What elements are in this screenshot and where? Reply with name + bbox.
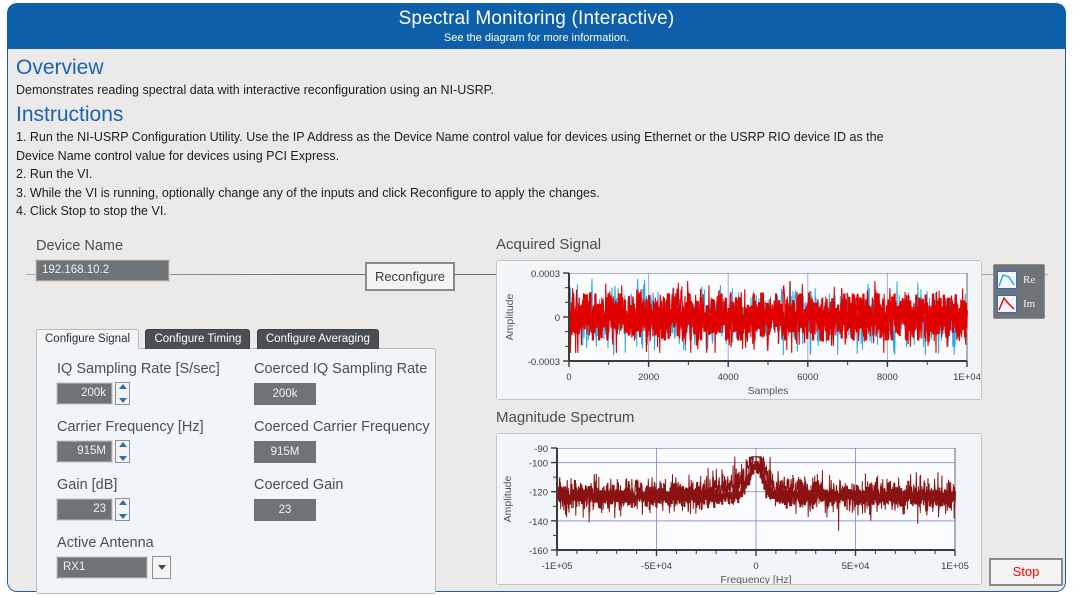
svg-text:-140: -140 [529,517,548,528]
acquired-signal-title: Acquired Signal [496,236,602,253]
svg-text:Frequency [Hz]: Frequency [Hz] [720,574,791,584]
decrement-arrow-icon[interactable] [118,514,127,519]
svg-text:Amplitude: Amplitude [502,476,514,523]
svg-text:-90: -90 [534,444,548,455]
svg-text:Samples: Samples [748,385,789,397]
magnitude-spectrum-title: Magnitude Spectrum [496,409,635,426]
svg-text:-5E+04: -5E+04 [641,561,672,572]
gain-stepper[interactable]: 23 [56,498,130,521]
stop-button[interactable]: Stop [989,558,1063,586]
instructions-list: 1. Run the NI-USRP Configuration Utility… [16,128,1046,221]
legend-row-im[interactable]: Im [997,292,1044,316]
svg-text:-1E+05: -1E+05 [542,561,573,572]
coerced-gain-label: Coerced Gain [254,477,344,493]
iq-sampling-rate-input[interactable]: 200k [56,382,113,405]
field-row-active-antenna: Active Antenna RX1 [56,533,435,591]
svg-text:0: 0 [753,561,758,572]
overview-text: Demonstrates reading spectral data with … [16,83,494,97]
instruction-step: 2. Run the VI. [16,167,93,181]
svg-text:1E+04: 1E+04 [953,372,981,383]
carrier-frequency-stepper[interactable]: 915M [56,440,130,463]
tab-configure-signal[interactable]: Configure Signal [36,329,140,349]
magnitude-spectrum-plot: -160 -140 -120 -100 -90 -1E+05 -5E+04 0 5E+04 1E+… [497,434,981,584]
gain-label: Gain [dB] [57,477,118,493]
svg-text:Amplitude: Amplitude [504,294,516,341]
chevron-down-icon[interactable] [157,565,166,570]
svg-text:5E+04: 5E+04 [842,561,870,572]
carrier-frequency-label: Carrier Frequency [Hz] [57,419,204,435]
coerced-iq-sampling-rate-value: 200k [254,383,316,405]
increment-arrow-icon[interactable] [118,384,127,389]
svg-text:8000: 8000 [877,372,898,383]
active-antenna-dropdown-button[interactable] [152,556,171,579]
coerced-carrier-frequency-value: 915M [254,441,316,463]
reconfigure-button[interactable]: Reconfigure [365,262,455,291]
tab-configure-averaging[interactable]: Configure Averaging [256,329,379,349]
gain-input[interactable]: 23 [56,498,113,521]
svg-text:-120: -120 [529,488,548,499]
legend-row-re[interactable]: Re [997,268,1044,292]
iq-sampling-rate-stepper[interactable]: 200k [56,382,130,405]
application-window: Spectral Monitoring (Interactive) See th… [0,0,1073,597]
acquired-signal-plot: -0.0003 0 0.0003 0 2000 4000 6000 8000 1E+04 Samp… [497,261,981,399]
iq-sampling-rate-spinner[interactable] [115,382,130,405]
svg-text:6000: 6000 [797,372,818,383]
svg-text:0: 0 [555,313,560,324]
field-row-carrier-frequency: Carrier Frequency [Hz] 915M Coerced Carr… [56,417,435,475]
carrier-frequency-input[interactable]: 915M [56,440,113,463]
active-antenna-label: Active Antenna [57,535,154,551]
legend-label-re: Re [1023,274,1036,286]
legend-label-im: Im [1023,298,1036,310]
svg-text:0.0003: 0.0003 [531,269,560,280]
coerced-iq-sampling-rate-label: Coerced IQ Sampling Rate [254,361,428,377]
device-name-label: Device Name [36,238,124,254]
increment-arrow-icon[interactable] [118,500,127,505]
tab-configure-timing[interactable]: Configure Timing [145,329,251,349]
instruction-step: 3. While the VI is running, optionally c… [16,185,600,200]
svg-text:-160: -160 [529,546,548,557]
device-name-input[interactable]: 192.168.10.2 [35,259,170,282]
svg-text:0: 0 [566,372,571,383]
svg-text:4000: 4000 [718,372,739,383]
page-title: Spectral Monitoring (Interactive) [398,8,675,29]
acquired-signal-graph[interactable]: -0.0003 0 0.0003 0 2000 4000 6000 8000 1E+04 Samp… [496,260,982,400]
instruction-step: 4. Click Stop to stop the VI. [16,204,167,218]
magnitude-spectrum-graph[interactable]: -160 -140 -120 -100 -90 -1E+05 -5E+04 0 5E+04 1E+… [496,433,982,585]
instruction-step: Device Name control value for devices us… [16,148,340,163]
instructions-heading: Instructions [16,103,124,126]
overview-heading: Overview [16,56,104,79]
gain-spinner[interactable] [115,498,130,521]
increment-arrow-icon[interactable] [118,442,127,447]
svg-text:-100: -100 [529,459,548,470]
instruction-step: 1. Run the NI-USRP Configuration Utility… [16,130,884,144]
plot-line-re-icon[interactable] [997,271,1017,289]
title-banner: Spectral Monitoring (Interactive) See th… [7,3,1066,51]
active-antenna-combo[interactable]: RX1 [56,556,171,579]
decrement-arrow-icon[interactable] [118,398,127,403]
active-antenna-value[interactable]: RX1 [56,556,148,579]
field-row-iq-sampling-rate: IQ Sampling Rate [S/sec] 200k Coerced IQ… [56,359,435,417]
svg-text:-0.0003: -0.0003 [528,357,560,368]
plot-line-im-icon[interactable] [997,295,1017,313]
svg-text:1E+05: 1E+05 [941,561,969,572]
iq-sampling-rate-label: IQ Sampling Rate [S/sec] [57,361,220,377]
decrement-arrow-icon[interactable] [118,456,127,461]
field-row-gain: Gain [dB] 23 Coerced Gain 23 [56,475,435,533]
tab-panel-configure-signal: IQ Sampling Rate [S/sec] 200k Coerced IQ… [36,348,436,594]
configuration-tabs: Configure Signal Configure Timing Config… [36,329,466,594]
coerced-gain-value: 23 [254,499,316,521]
coerced-carrier-frequency-label: Coerced Carrier Frequency [254,419,430,435]
acquired-signal-legend[interactable]: Re Im [993,264,1045,319]
svg-text:2000: 2000 [638,372,659,383]
configuration-controls: Device Name 192.168.10.2 Reconfigure Con… [35,236,466,594]
tab-strip: Configure Signal Configure Timing Config… [36,329,466,349]
page-subtitle: See the diagram for more information. [443,32,630,44]
documentation-section: Overview Demonstrates reading spectral d… [16,55,1046,221]
carrier-frequency-spinner[interactable] [115,440,130,463]
